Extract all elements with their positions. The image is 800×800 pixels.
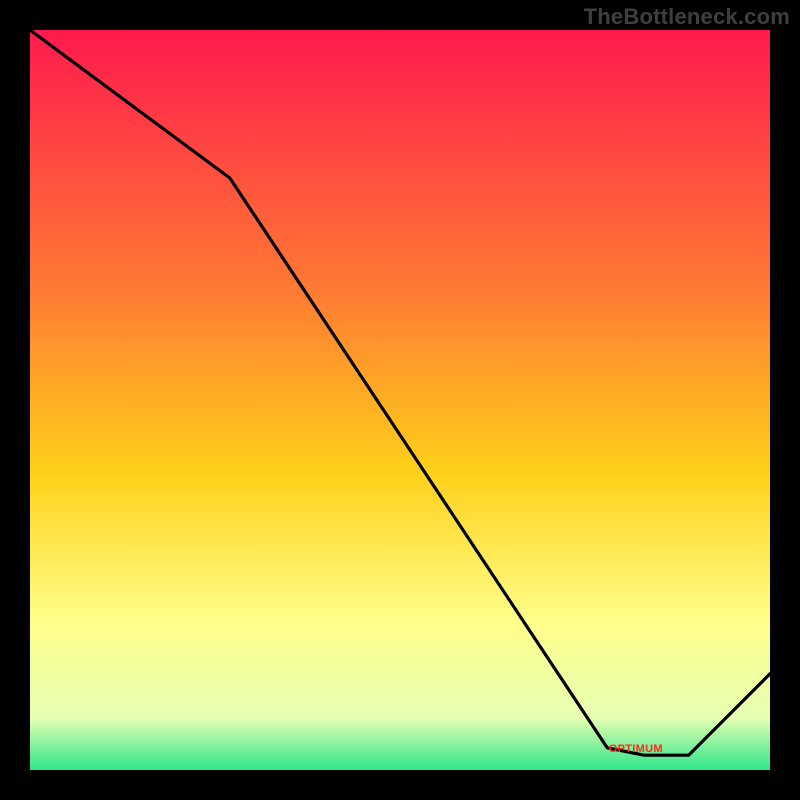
gradient-background: [30, 30, 770, 770]
optimum-annotation: OPTIMUM: [609, 743, 663, 755]
chart-svg: [30, 30, 770, 770]
watermark-text: TheBottleneck.com: [584, 4, 790, 30]
chart-frame: TheBottleneck.com OPTIMUM: [0, 0, 800, 800]
plot-area: OPTIMUM: [30, 30, 770, 770]
